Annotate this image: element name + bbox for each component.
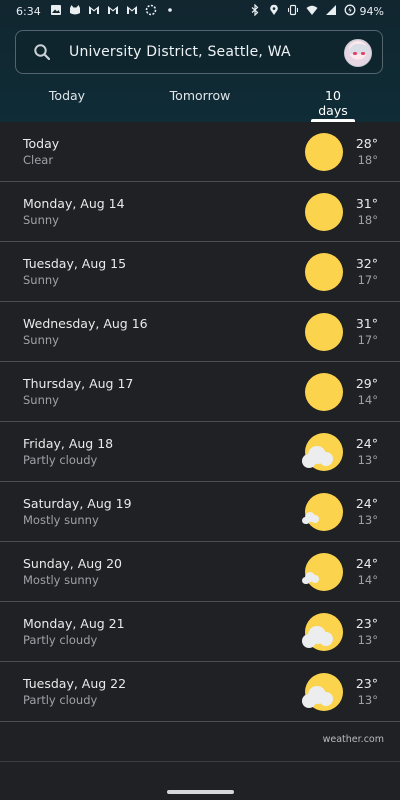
image-icon <box>50 4 62 16</box>
header: 6:34 94% University District, Seattle, W… <box>0 0 400 122</box>
forecast-row[interactable]: Saturday, Aug 19 Mostly sunny 24° 13° <box>0 482 400 542</box>
loading-icon <box>145 4 157 16</box>
sun-icon <box>302 192 346 232</box>
forecast-condition: Clear <box>23 153 54 167</box>
forecast-date: Wednesday, Aug 16 <box>23 316 148 331</box>
signal-icon <box>325 4 337 16</box>
wifi-icon <box>306 4 318 16</box>
forecast-condition: Sunny <box>23 333 59 347</box>
low-temp: 13° <box>357 513 378 527</box>
forecast-row[interactable]: Today Clear 28° 18° <box>0 122 400 182</box>
sun-icon <box>302 372 346 412</box>
high-temp: 32° <box>355 256 378 271</box>
forecast-date: Saturday, Aug 19 <box>23 496 132 511</box>
low-temp: 13° <box>357 693 378 707</box>
divider <box>0 761 400 762</box>
forecast-row[interactable]: Tuesday, Aug 22 Partly cloudy 23° 13° <box>0 662 400 722</box>
forecast-condition: Sunny <box>23 213 59 227</box>
high-temp: 24° <box>355 436 378 451</box>
forecast-condition: Partly cloudy <box>23 453 98 467</box>
forecast-condition: Mostly sunny <box>23 513 99 527</box>
gmail-icon <box>88 4 100 16</box>
forecast-date: Sunday, Aug 20 <box>23 556 123 571</box>
cat-icon <box>69 4 81 16</box>
forecast-row[interactable]: Tuesday, Aug 15 Sunny 32° 17° <box>0 242 400 302</box>
forecast-row[interactable]: Monday, Aug 14 Sunny 31° 18° <box>0 182 400 242</box>
forecast-row[interactable]: Thursday, Aug 17 Sunny 29° 14° <box>0 362 400 422</box>
low-temp: 18° <box>357 153 378 167</box>
high-temp: 23° <box>355 676 378 691</box>
low-temp: 17° <box>357 333 378 347</box>
partly-cloudy-icon <box>302 612 346 652</box>
search-icon[interactable] <box>33 43 51 61</box>
gmail-icon <box>126 4 138 16</box>
forecast-condition: Partly cloudy <box>23 693 98 707</box>
location-icon <box>268 4 280 16</box>
mostly-sunny-icon <box>302 492 346 532</box>
high-temp: 31° <box>355 196 378 211</box>
sun-icon <box>302 132 346 172</box>
forecast-date: Monday, Aug 14 <box>23 196 125 211</box>
forecast-row[interactable]: Wednesday, Aug 16 Sunny 31° 17° <box>0 302 400 362</box>
vibrate-icon <box>287 4 299 16</box>
forecast-condition: Partly cloudy <box>23 633 98 647</box>
weather-source-link[interactable]: weather.com <box>323 734 384 745</box>
high-temp: 28° <box>355 136 378 151</box>
low-temp: 14° <box>357 393 378 407</box>
location-text[interactable]: University District, Seattle, WA <box>69 44 291 60</box>
bluetooth-icon <box>249 4 261 16</box>
status-time: 6:34 <box>16 5 41 18</box>
tab-tomorrow[interactable]: Tomorrow <box>164 88 236 122</box>
forecast-row[interactable]: Friday, Aug 18 Partly cloudy 24° 13° <box>0 422 400 482</box>
gmail-icon <box>107 4 119 16</box>
high-temp: 31° <box>355 316 378 331</box>
forecast-date: Thursday, Aug 17 <box>23 376 134 391</box>
status-bar: 6:34 94% <box>0 0 400 24</box>
forecast-condition: Mostly sunny <box>23 573 99 587</box>
location-search-bar[interactable]: University District, Seattle, WA <box>15 30 383 74</box>
forecast-tabs: Today Tomorrow 10 days <box>0 88 400 122</box>
high-temp: 29° <box>355 376 378 391</box>
forecast-date: Friday, Aug 18 <box>23 436 114 451</box>
high-temp: 23° <box>355 616 378 631</box>
gesture-home-bar[interactable] <box>167 790 234 794</box>
high-temp: 24° <box>355 496 378 511</box>
high-temp: 24° <box>355 556 378 571</box>
battery-icon <box>344 4 356 16</box>
low-temp: 13° <box>357 633 378 647</box>
mostly-sunny-icon <box>302 552 346 592</box>
dot-icon <box>164 4 176 16</box>
forecast-date: Today <box>23 136 60 151</box>
battery-percent: 94% <box>359 5 384 18</box>
tab-10-days[interactable]: 10 days <box>311 88 355 122</box>
low-temp: 14° <box>357 573 378 587</box>
sun-icon <box>302 252 346 292</box>
forecast-list: Today Clear 28° 18° Monday, Aug 14 Sunny 31° 18… <box>0 122 400 722</box>
forecast-row[interactable]: Monday, Aug 21 Partly cloudy 23° 13° <box>0 602 400 662</box>
partly-cloudy-icon <box>302 672 346 712</box>
forecast-condition: Sunny <box>23 393 59 407</box>
low-temp: 18° <box>357 213 378 227</box>
avatar[interactable] <box>344 39 372 67</box>
partly-cloudy-icon <box>302 432 346 472</box>
forecast-condition: Sunny <box>23 273 59 287</box>
sun-icon <box>302 312 346 352</box>
low-temp: 17° <box>357 273 378 287</box>
forecast-date: Tuesday, Aug 22 <box>23 676 127 691</box>
forecast-row[interactable]: Sunday, Aug 20 Mostly sunny 24° 14° <box>0 542 400 602</box>
forecast-date: Tuesday, Aug 15 <box>23 256 127 271</box>
low-temp: 13° <box>357 453 378 467</box>
tab-today[interactable]: Today <box>40 88 94 122</box>
forecast-date: Monday, Aug 21 <box>23 616 125 631</box>
